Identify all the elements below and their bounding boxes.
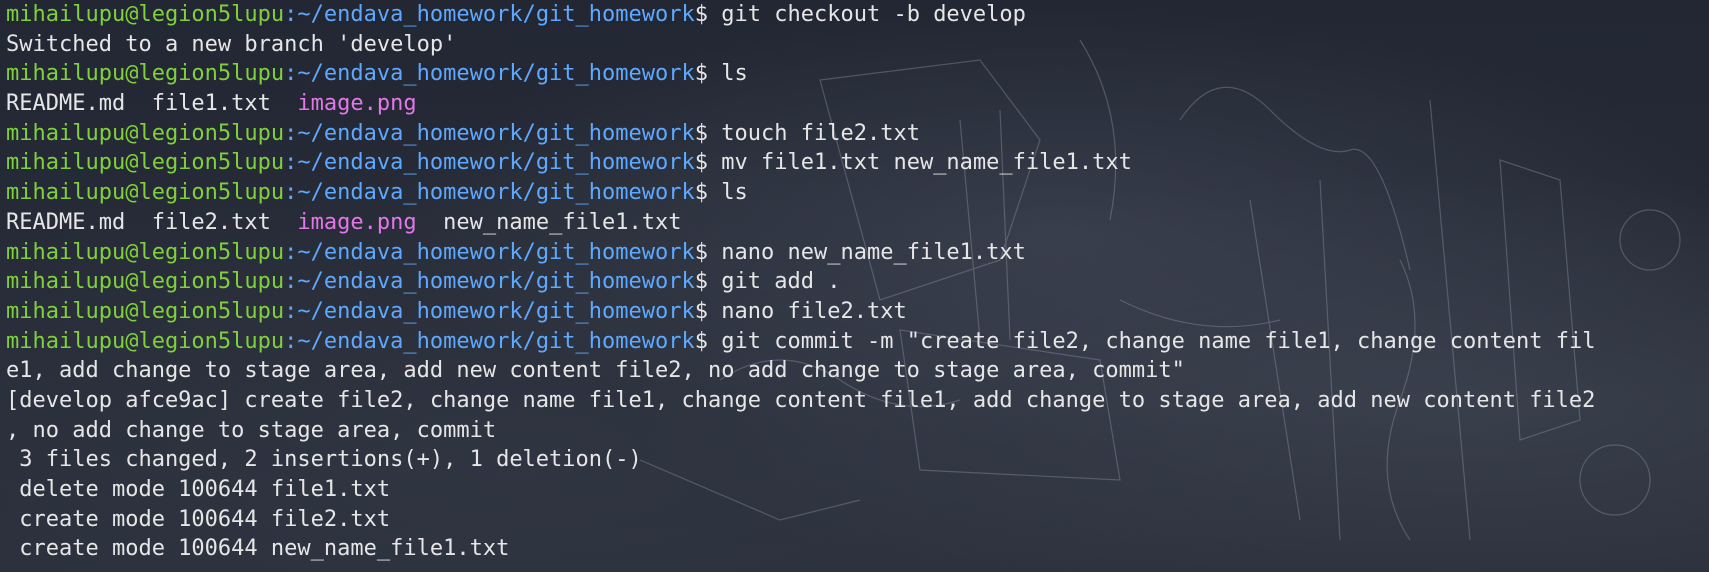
prompt-symbol: $ [694,150,722,176]
output-text: e1, add change to stage area, add new co… [6,358,1185,384]
output-line: create mode 100644 file2.txt [6,505,1709,535]
command-line: mihailupu@legion5lupu:~/endava_homework/… [6,238,1709,268]
prompt-path: :~/endava_homework/git_homework [284,239,695,265]
prompt-user-host: mihailupu@legion5lupu [6,239,285,265]
output-text: create mode 100644 new_name_file1.txt [6,536,510,562]
prompt-symbol: $ [694,180,722,206]
prompt-user-host: mihailupu@legion5lupu [6,269,285,295]
terminal-window[interactable]: mihailupu@legion5lupu:~/endava_homework/… [0,0,1709,572]
command-line: mihailupu@legion5lupu:~/endava_homework/… [6,267,1709,297]
output-text: , no add change to stage area, commit [6,417,497,443]
prompt-path: :~/endava_homework/git_homework [284,298,695,324]
file-entry: new_name_file1.txt [416,209,682,235]
output-line: README.md file1.txt image.png [6,89,1709,119]
file-entry-image: image.png [297,209,417,235]
prompt-path: :~/endava_homework/git_homework [284,269,695,295]
command-line: mihailupu@legion5lupu:~/endava_homework/… [6,148,1709,178]
prompt-symbol: $ [694,328,722,354]
output-line: , no add change to stage area, commit [6,416,1709,446]
command-text: mv file1.txt new_name_file1.txt [721,150,1132,176]
terminal-output: mihailupu@legion5lupu:~/endava_homework/… [6,0,1709,564]
prompt-path: :~/endava_homework/git_homework [284,328,695,354]
command-line: mihailupu@legion5lupu:~/endava_homework/… [6,297,1709,327]
output-line: README.md file2.txt image.png new_name_f… [6,208,1709,238]
prompt-symbol: $ [694,239,722,265]
output-line: [develop afce9ac] create file2, change n… [6,386,1709,416]
command-text: ls [721,61,748,87]
output-line: 3 files changed, 2 insertions(+), 1 dele… [6,445,1709,475]
prompt-path: :~/endava_homework/git_homework [284,2,695,27]
output-line: Switched to a new branch 'develop' [6,30,1709,60]
file-entry: README.md file1.txt [6,91,298,117]
output-line: create mode 100644 new_name_file1.txt [6,534,1709,564]
prompt-user-host: mihailupu@legion5lupu [6,120,285,146]
output-line: e1, add change to stage area, add new co… [6,356,1709,386]
prompt-user-host: mihailupu@legion5lupu [6,61,285,87]
prompt-symbol: $ [694,61,722,87]
command-text: git add . [721,269,841,295]
prompt-path: :~/endava_homework/git_homework [284,120,695,146]
output-text: create mode 100644 file2.txt [6,506,391,532]
command-line: mihailupu@legion5lupu:~/endava_homework/… [6,327,1709,357]
output-line: delete mode 100644 file1.txt [6,475,1709,505]
command-line: mihailupu@legion5lupu:~/endava_homework/… [6,119,1709,149]
output-text: [develop afce9ac] create file2, change n… [6,387,1596,413]
command-text: git commit -m "create file2, change name… [721,328,1596,354]
prompt-path: :~/endava_homework/git_homework [284,61,695,87]
output-text: delete mode 100644 file1.txt [6,477,391,502]
prompt-user-host: mihailupu@legion5lupu [6,2,285,27]
command-text: git checkout -b develop [721,2,1026,27]
command-text: touch file2.txt [721,120,920,146]
command-line: mihailupu@legion5lupu:~/endava_homework/… [6,178,1709,208]
command-text: nano file2.txt [721,298,907,324]
file-entry-image: image.png [297,91,417,117]
prompt-user-host: mihailupu@legion5lupu [6,150,285,176]
file-entry: README.md file2.txt [6,209,298,235]
prompt-path: :~/endava_homework/git_homework [284,150,695,176]
command-text: nano new_name_file1.txt [721,239,1026,265]
prompt-user-host: mihailupu@legion5lupu [6,180,285,206]
output-text: Switched to a new branch 'develop' [6,31,457,57]
prompt-symbol: $ [694,2,722,27]
command-text: ls [721,180,748,206]
command-line: mihailupu@legion5lupu:~/endava_homework/… [6,59,1709,89]
prompt-user-host: mihailupu@legion5lupu [6,328,285,354]
command-line: mihailupu@legion5lupu:~/endava_homework/… [6,0,1709,30]
prompt-user-host: mihailupu@legion5lupu [6,298,285,324]
prompt-symbol: $ [694,269,722,295]
output-text: 3 files changed, 2 insertions(+), 1 dele… [6,447,642,473]
prompt-symbol: $ [694,120,722,146]
prompt-symbol: $ [694,298,722,324]
prompt-path: :~/endava_homework/git_homework [284,180,695,206]
